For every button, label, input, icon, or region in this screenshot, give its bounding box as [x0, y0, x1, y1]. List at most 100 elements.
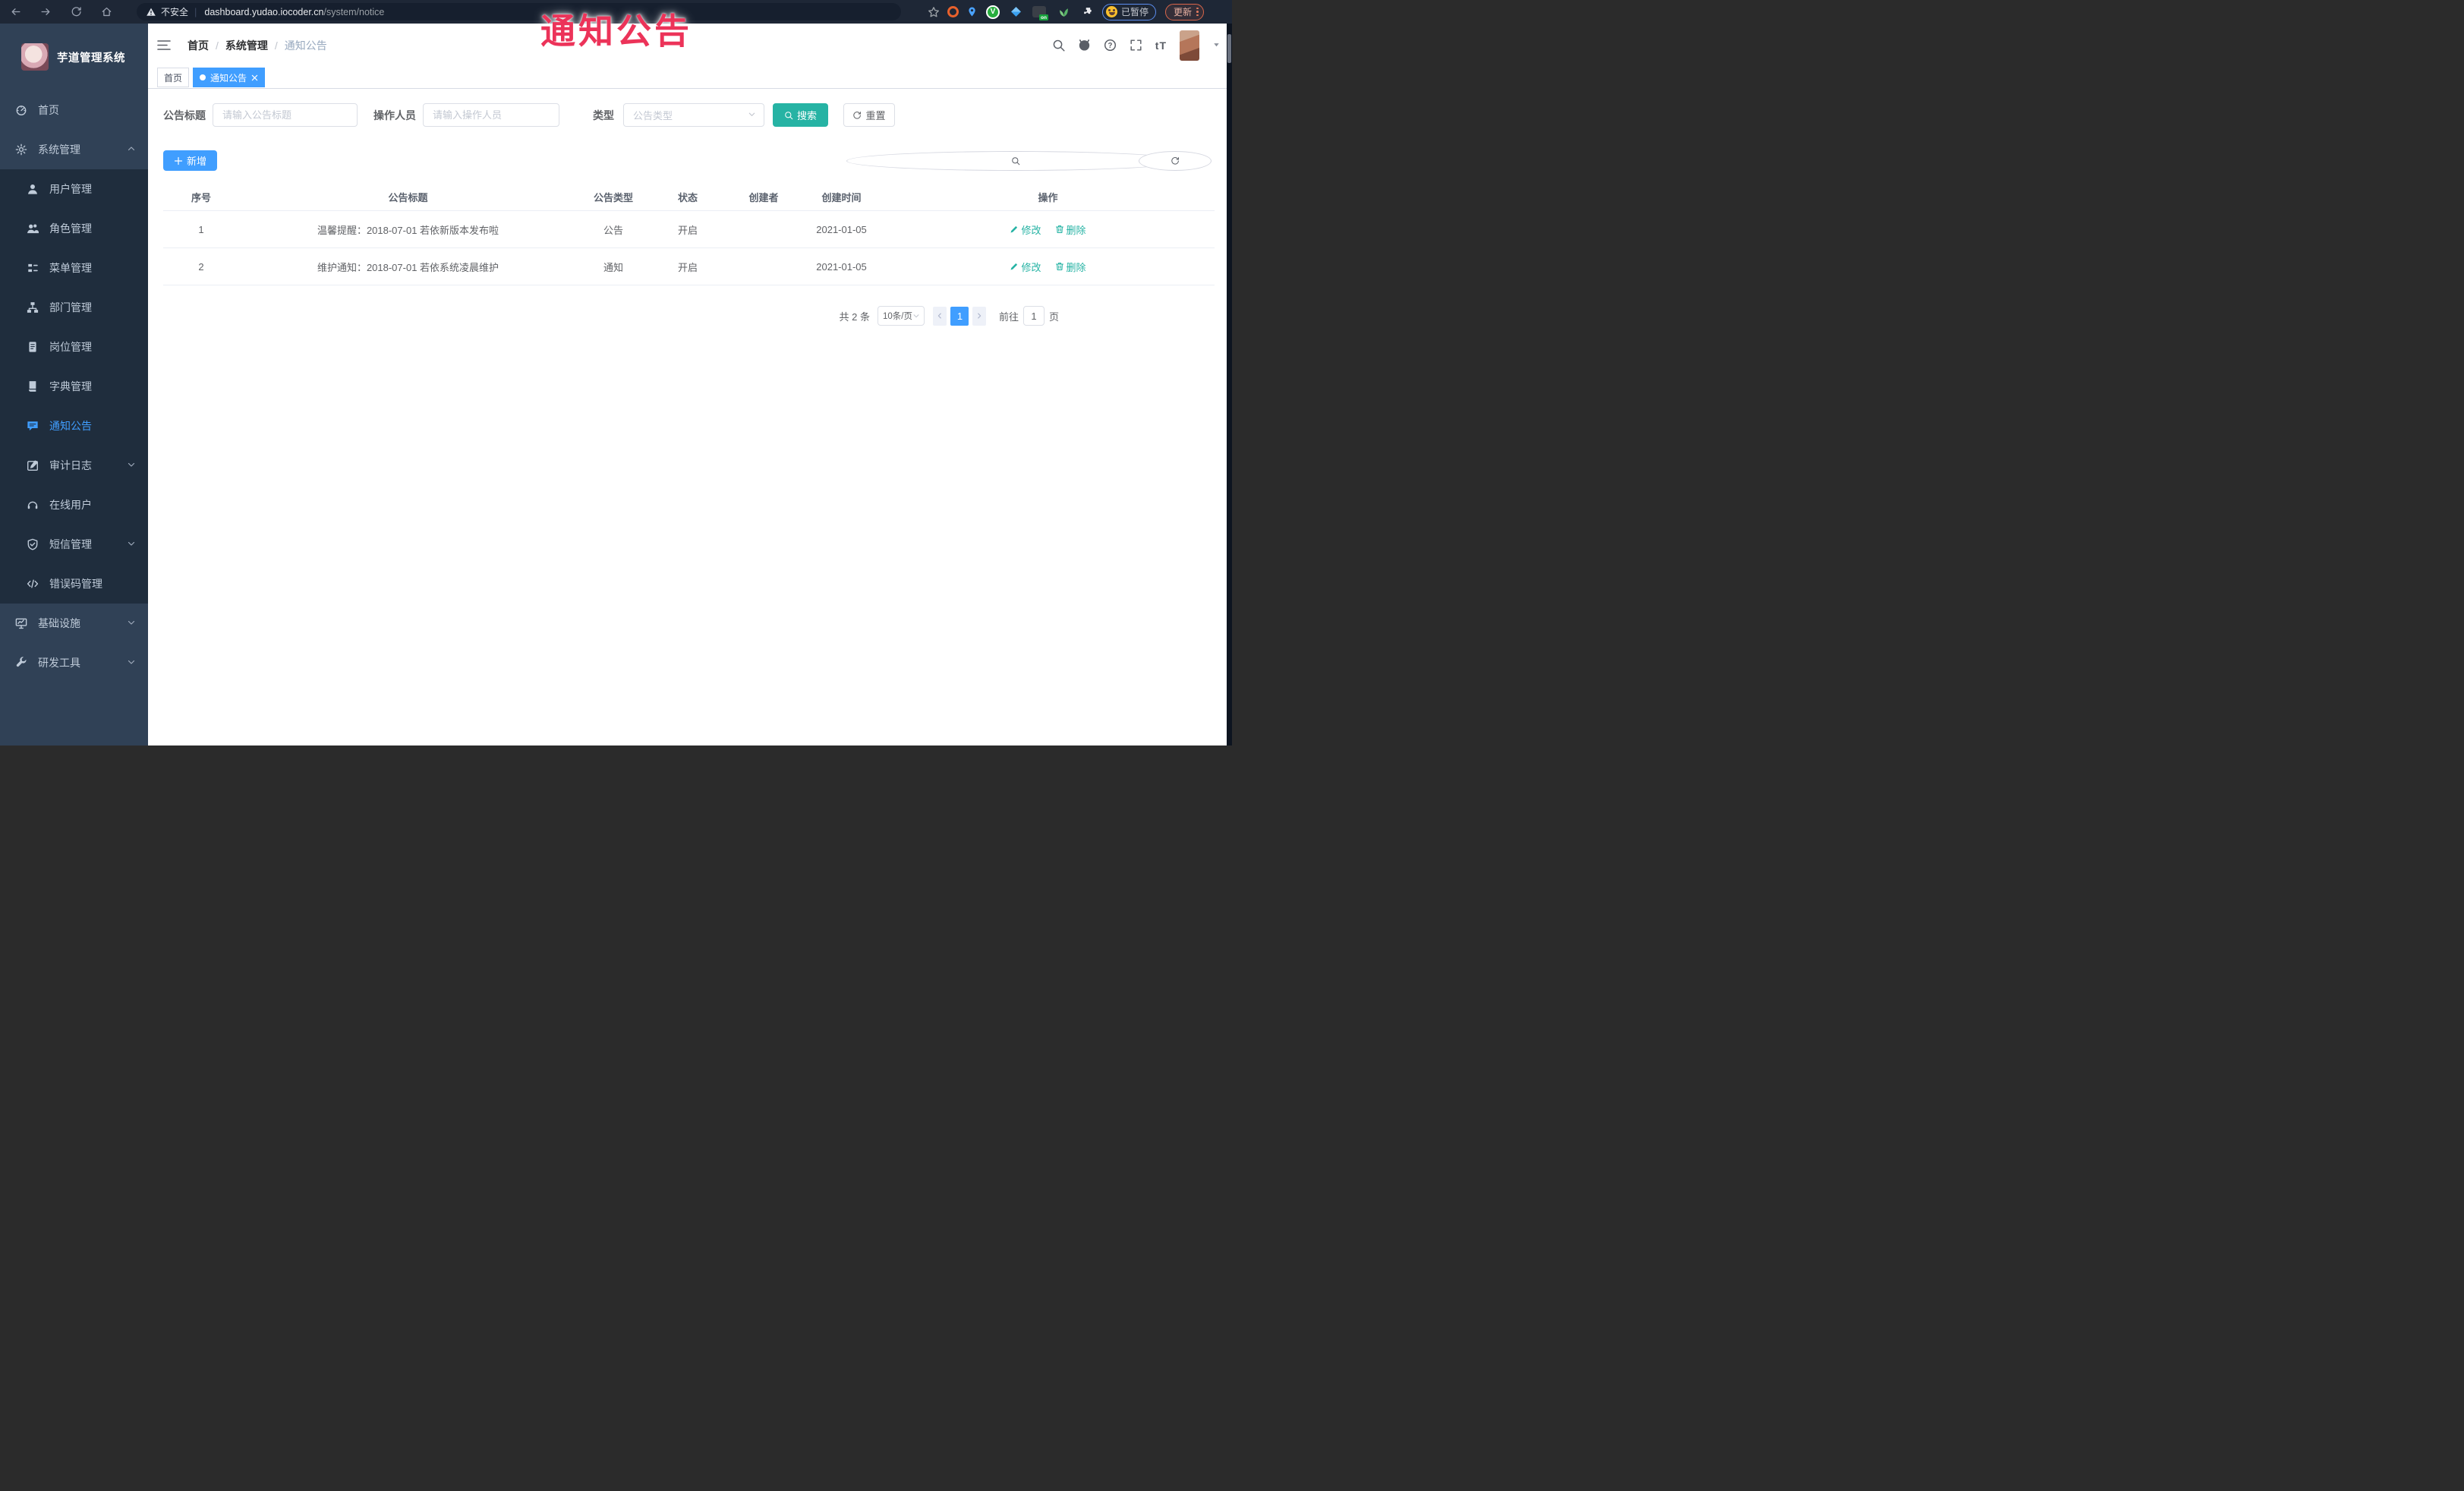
font-size-icon[interactable]: tT	[1155, 39, 1167, 52]
extension-pin-icon[interactable]	[966, 6, 978, 17]
delete-button[interactable]: 删除	[1055, 222, 1086, 237]
toggle-search-button[interactable]	[846, 150, 1184, 171]
extension-ring-icon[interactable]	[947, 6, 959, 17]
search-button[interactable]: 搜索	[773, 103, 828, 127]
edit-label: 修改	[1021, 261, 1041, 273]
sidebar-item[interactable]: 角色管理	[0, 209, 148, 248]
table-header-cell: 公告标题	[388, 191, 428, 203]
screen: 不安全 | dashboard.yudao.iocoder.cn /system…	[0, 0, 1232, 746]
extensions-puzzle-icon[interactable]	[1082, 6, 1094, 17]
bookmark-star-icon[interactable]	[928, 6, 940, 18]
edit-button[interactable]: 修改	[1010, 260, 1041, 274]
prev-page-button[interactable]	[933, 306, 947, 326]
chevron-down-icon	[127, 657, 136, 669]
profile-paused-badge[interactable]: 已暂停	[1102, 3, 1157, 20]
url-bar[interactable]: 不安全 | dashboard.yudao.iocoder.cn /system…	[137, 3, 901, 20]
extension-v-icon[interactable]: V	[986, 5, 1000, 19]
monitor-icon	[15, 617, 27, 629]
search-icon[interactable]	[1052, 39, 1065, 52]
extension-on-icon[interactable]: on	[1032, 6, 1048, 20]
close-icon[interactable]	[251, 74, 258, 81]
sidebar-item[interactable]: 短信管理	[0, 525, 148, 564]
chevron-up-icon	[127, 143, 136, 156]
add-button[interactable]: 新增	[163, 150, 217, 171]
cell-type: 通知	[603, 261, 623, 273]
table-header-cell: 序号	[191, 191, 211, 203]
operator-filter-label: 操作人员	[373, 109, 416, 121]
sidebar-item-label: 短信管理	[49, 538, 92, 550]
sidebar-item[interactable]: 用户管理	[0, 169, 148, 209]
gear-icon	[15, 143, 27, 156]
reset-button[interactable]: 重置	[843, 103, 895, 127]
sidebar-item-label: 系统管理	[38, 143, 80, 156]
breadcrumb-item[interactable]: 系统管理	[225, 38, 268, 53]
trash-icon	[1055, 262, 1064, 271]
type-filter-select[interactable]: 公告类型	[623, 103, 764, 127]
edit-button[interactable]: 修改	[1010, 222, 1041, 237]
security-warning-icon[interactable]	[146, 7, 156, 17]
extension-leaf-icon[interactable]	[1058, 6, 1070, 17]
sidebar-item[interactable]: 通知公告	[0, 406, 148, 446]
sidebar-item[interactable]: 系统管理	[0, 130, 148, 169]
sidebar-item[interactable]: 在线用户	[0, 485, 148, 525]
next-page-button[interactable]	[972, 306, 987, 326]
fullscreen-icon[interactable]	[1130, 39, 1142, 52]
hamburger-icon[interactable]	[157, 38, 174, 53]
help-icon[interactable]: ?	[1104, 39, 1117, 52]
page-size-select[interactable]: 10条/页	[877, 306, 925, 326]
sidebar-item[interactable]: 字典管理	[0, 367, 148, 406]
extension-diamond-icon[interactable]	[1010, 6, 1022, 17]
github-icon[interactable]	[1078, 39, 1091, 52]
operator-filter-input[interactable]	[423, 103, 559, 127]
chevron-down-icon	[127, 617, 136, 629]
tab-active[interactable]: 通知公告	[193, 68, 266, 87]
title-filter-input[interactable]	[213, 103, 358, 127]
sidebar-item[interactable]: 首页	[0, 90, 148, 130]
menutree-icon	[27, 262, 39, 274]
reset-button-label: 重置	[865, 110, 886, 121]
orgtree-icon	[27, 301, 39, 314]
goto-page-input[interactable]	[1022, 306, 1045, 326]
sidebar-item[interactable]: 错误码管理	[0, 564, 148, 604]
cell-status: 开启	[677, 261, 698, 273]
sidebar-item[interactable]: 研发工具	[0, 643, 148, 682]
caret-down-icon[interactable]	[1212, 39, 1221, 52]
page-number-button[interactable]: 1	[950, 306, 969, 326]
forward-icon[interactable]	[30, 0, 61, 24]
sidebar-item[interactable]: 菜单管理	[0, 248, 148, 288]
table-row[interactable]: 1 温馨提醒：2018-07-01 若依新版本发布啦 公告 开启 2021-01-05 修…	[163, 211, 1215, 248]
sidebar-item[interactable]: 审计日志	[0, 446, 148, 485]
svg-text:?: ?	[1108, 42, 1112, 50]
app-logo	[21, 43, 49, 71]
sidebar-item-label: 用户管理	[49, 183, 92, 195]
user-icon	[27, 183, 39, 195]
delete-button[interactable]: 删除	[1055, 260, 1086, 274]
chevron-down-icon	[912, 312, 920, 320]
page-size-value: 10条/页	[882, 312, 912, 321]
log-icon	[27, 459, 39, 471]
sidebar-item[interactable]: 岗位管理	[0, 327, 148, 367]
shield-icon	[27, 538, 39, 550]
table-row[interactable]: 2 维护通知：2018-07-01 若依系统凌晨维护 通知 开启 2021-01-05 修…	[163, 248, 1215, 285]
home-icon[interactable]	[91, 0, 121, 24]
tab-item[interactable]: 首页	[157, 68, 190, 87]
scrollbar-track[interactable]	[1227, 24, 1232, 746]
search-button-label: 搜索	[796, 110, 817, 121]
avatar[interactable]	[1180, 30, 1199, 61]
notice-icon	[27, 420, 39, 432]
chrome-update-button[interactable]: 更新	[1165, 3, 1204, 20]
breadcrumb-item[interactable]: 首页	[187, 38, 209, 53]
add-button-label: 新增	[186, 156, 206, 167]
table-toolbar: 新增	[163, 150, 1215, 171]
refresh-table-button[interactable]	[1139, 150, 1212, 171]
watermark-text: 通知公告	[540, 11, 692, 51]
reload-icon[interactable]	[61, 0, 91, 24]
sidebar-logo-row[interactable]: 芋道管理系统	[0, 24, 148, 90]
back-icon[interactable]	[0, 0, 30, 24]
sidebar-item-label: 部门管理	[49, 301, 92, 314]
type-select-placeholder: 公告类型	[633, 110, 673, 121]
scrollbar-thumb[interactable]	[1227, 34, 1231, 63]
sidebar-item[interactable]: 部门管理	[0, 288, 148, 327]
update-label: 更新	[1174, 7, 1193, 17]
sidebar-item[interactable]: 基础设施	[0, 604, 148, 643]
